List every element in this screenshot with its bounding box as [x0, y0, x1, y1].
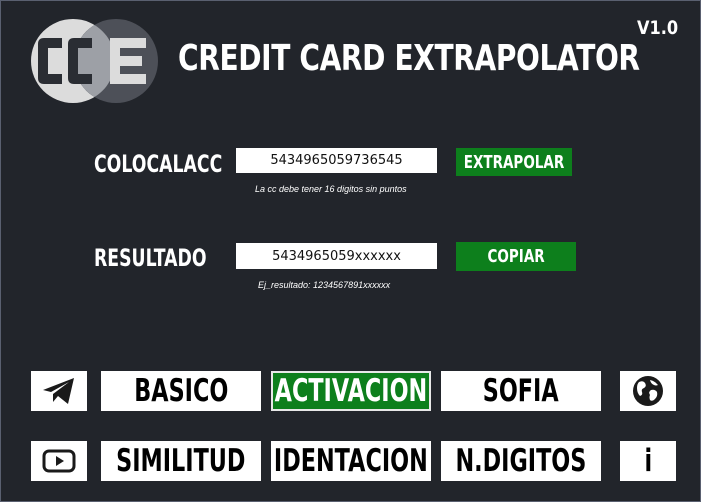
extrapolar-button[interactable]: EXTRAPOLAR [456, 148, 572, 176]
nav-identacion-label: IDENTACION [274, 443, 428, 479]
youtube-button[interactable] [31, 441, 87, 481]
copiar-button[interactable]: COPIAR [456, 242, 576, 271]
result-hint: Ej_resultado: 1234567891xxxxxx [258, 280, 391, 290]
nav-ndigitos-button[interactable]: N.DIGITOS [441, 441, 601, 481]
cc-input-label: COLOCALACC [94, 150, 223, 178]
info-icon: i [644, 443, 652, 479]
globe-icon [633, 376, 663, 406]
nav-identacion-button[interactable]: IDENTACION [271, 441, 431, 481]
nav-basico-button[interactable]: BASICO [101, 371, 261, 411]
nav-similitud-label: SIMILITUD [116, 443, 246, 479]
app-title: CREDIT CARD EXTRAPOLATOR [178, 38, 640, 79]
info-button[interactable]: i [620, 441, 676, 481]
version-label: V1.0 [637, 17, 679, 39]
nav-sofia-label: SOFIA [483, 373, 559, 409]
cc-input-hint: La cc debe tener 16 digitos sin puntos [255, 184, 407, 194]
cc-input[interactable] [236, 148, 437, 173]
result-label: RESULTADO [94, 244, 207, 272]
extrapolar-button-label: EXTRAPOLAR [463, 151, 565, 173]
telegram-button[interactable] [31, 371, 87, 411]
nav-sofia-button[interactable]: SOFIA [441, 371, 601, 411]
nav-activacion-label: ACTIVACION [274, 373, 428, 409]
web-button[interactable] [620, 371, 676, 411]
nav-basico-label: BASICO [133, 373, 229, 409]
nav-similitud-button[interactable]: SIMILITUD [101, 441, 261, 481]
nav-activacion-button[interactable]: ACTIVACION [271, 371, 431, 411]
nav-ndigitos-label: N.DIGITOS [455, 443, 587, 479]
result-field[interactable] [236, 243, 437, 269]
copiar-button-label: COPIAR [487, 246, 545, 267]
telegram-icon [43, 378, 74, 404]
youtube-icon [42, 449, 76, 473]
cce-logo [31, 19, 158, 103]
